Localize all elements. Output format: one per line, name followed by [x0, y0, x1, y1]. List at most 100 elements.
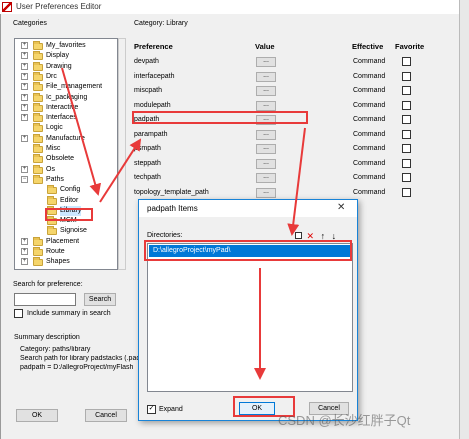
- value-browse-button[interactable]: ...: [256, 57, 276, 67]
- tree-item-label: Shapes: [46, 258, 70, 266]
- tree-item-label: Display: [46, 52, 69, 60]
- tree-item-label: Paths: [46, 175, 64, 183]
- preference-name[interactable]: psmpath: [134, 143, 161, 154]
- preference-name[interactable]: topology_template_path: [134, 187, 209, 198]
- expand-icon[interactable]: +: [21, 83, 28, 91]
- expand-icon[interactable]: +: [21, 134, 28, 142]
- tree-item[interactable]: Obsolete: [15, 154, 117, 164]
- favorite-checkbox[interactable]: [402, 71, 411, 81]
- tree-item[interactable]: + Placement: [15, 236, 117, 247]
- favorite-checkbox[interactable]: [402, 173, 411, 182]
- expand-checkbox[interactable]: ✓: [147, 405, 156, 414]
- directories-list[interactable]: D:\allegroProject\myPad\: [147, 243, 353, 392]
- tree-item[interactable]: + Shapes: [15, 257, 117, 267]
- expand-icon[interactable]: +: [21, 62, 28, 70]
- tree-item[interactable]: + Route: [15, 247, 117, 257]
- search-input[interactable]: [14, 293, 76, 306]
- window-titlebar[interactable]: User Preferences Editor: [0, 0, 459, 14]
- expand-icon[interactable]: +: [21, 52, 28, 60]
- collapse-icon[interactable]: −: [21, 175, 28, 183]
- tree-item[interactable]: Logic: [15, 123, 117, 133]
- tree-item[interactable]: + Drc: [15, 71, 117, 82]
- value-browse-button[interactable]: ...: [256, 158, 276, 169]
- effective-value: Command: [353, 130, 386, 138]
- favorite-checkbox[interactable]: [402, 187, 411, 197]
- expand-icon[interactable]: +: [21, 165, 28, 173]
- value-browse-button[interactable]: ...: [256, 187, 276, 198]
- favorite-checkbox[interactable]: [402, 86, 411, 95]
- favorite-checkbox[interactable]: [402, 57, 411, 66]
- categories-tree[interactable]: + My_favorites + Display + Drawing + Drc + File_m…: [14, 38, 118, 270]
- preference-name[interactable]: interfacepath: [134, 71, 174, 82]
- preference-name[interactable]: parampath: [134, 129, 167, 140]
- effective-value: Command: [353, 58, 386, 65]
- tree-item[interactable]: + Interfaces: [15, 113, 117, 123]
- tree-item-label: My_favorites: [46, 42, 86, 49]
- dialog-titlebar[interactable]: padpath Items ✕: [139, 200, 357, 217]
- tree-item[interactable]: + Display: [15, 51, 117, 61]
- favorite-checkbox[interactable]: [402, 129, 411, 139]
- folder-icon: [47, 226, 57, 236]
- tree-item[interactable]: Signoise: [15, 226, 117, 236]
- tree-item[interactable]: Misc: [15, 144, 117, 154]
- directories-label: Directories:: [147, 232, 183, 239]
- tree-item-label: Drc: [46, 72, 57, 80]
- search-button[interactable]: Search: [84, 293, 116, 306]
- tree-item[interactable]: + File_management: [15, 82, 117, 92]
- tree-item[interactable]: + My_favorites: [15, 41, 117, 51]
- expand-icon[interactable]: +: [21, 72, 28, 80]
- value-browse-button[interactable]: ...: [256, 144, 276, 154]
- tree-item[interactable]: + Ic_packaging: [15, 92, 117, 103]
- expand-icon[interactable]: +: [21, 114, 28, 122]
- value-browse-button[interactable]: ...: [256, 129, 276, 140]
- preference-name[interactable]: devpath: [134, 56, 159, 67]
- preference-name[interactable]: miscpath: [134, 85, 162, 96]
- tree-scrollbar[interactable]: [118, 38, 126, 270]
- preference-name[interactable]: techpath: [134, 172, 161, 183]
- tree-item[interactable]: Config: [15, 185, 117, 195]
- tree-item[interactable]: + Manufacture: [15, 133, 117, 144]
- favorite-checkbox[interactable]: [402, 144, 411, 153]
- value-browse-button[interactable]: ...: [256, 173, 276, 183]
- summary-line: padpath = D:/allegroProject/myFlash: [20, 364, 134, 371]
- value-browse-button[interactable]: ...: [256, 71, 276, 82]
- preference-name[interactable]: modulepath: [134, 100, 171, 111]
- close-icon[interactable]: ✕: [337, 202, 345, 213]
- preference-name[interactable]: steppath: [134, 158, 161, 169]
- folder-icon: [33, 82, 43, 92]
- search-label: Search for preference:: [13, 281, 83, 288]
- folder-icon: [33, 133, 43, 143]
- value-browse-button[interactable]: ...: [256, 100, 276, 111]
- new-folder-icon[interactable]: [295, 232, 302, 239]
- tree-item[interactable]: + Drawing: [15, 61, 117, 72]
- folder-icon: [33, 113, 43, 123]
- expand-icon[interactable]: +: [21, 248, 28, 255]
- folder-icon: [33, 247, 43, 256]
- tree-item-label: Interactive: [46, 103, 79, 111]
- favorite-checkbox[interactable]: [402, 158, 411, 168]
- value-browse-button[interactable]: ...: [256, 86, 276, 96]
- effective-value: Command: [353, 174, 386, 181]
- folder-icon: [33, 257, 43, 267]
- tree-item[interactable]: − Paths: [15, 174, 117, 185]
- tree-item-label: Ic_packaging: [46, 93, 88, 101]
- folder-icon: [33, 236, 43, 246]
- include-summary-checkbox[interactable]: [14, 309, 23, 318]
- favorite-checkbox[interactable]: [402, 100, 411, 110]
- expand-icon[interactable]: +: [21, 93, 28, 101]
- background-window-edge: [459, 0, 469, 439]
- preference-column-header: Preference: [134, 42, 173, 51]
- tree-item[interactable]: + Os: [15, 164, 117, 175]
- ok-button[interactable]: OK: [16, 409, 58, 422]
- favorite-checkbox[interactable]: [402, 115, 411, 124]
- effective-column-header: Effective: [352, 42, 384, 51]
- expand-icon[interactable]: +: [21, 42, 28, 49]
- folder-icon: [33, 92, 43, 102]
- expand-icon[interactable]: +: [21, 103, 28, 111]
- tree-item-label: Route: [46, 248, 65, 255]
- expand-icon[interactable]: +: [21, 258, 28, 266]
- cancel-button[interactable]: Cancel: [85, 409, 127, 422]
- tree-item[interactable]: Editor: [15, 195, 117, 206]
- expand-icon[interactable]: +: [21, 237, 28, 245]
- tree-item[interactable]: + Interactive: [15, 102, 117, 113]
